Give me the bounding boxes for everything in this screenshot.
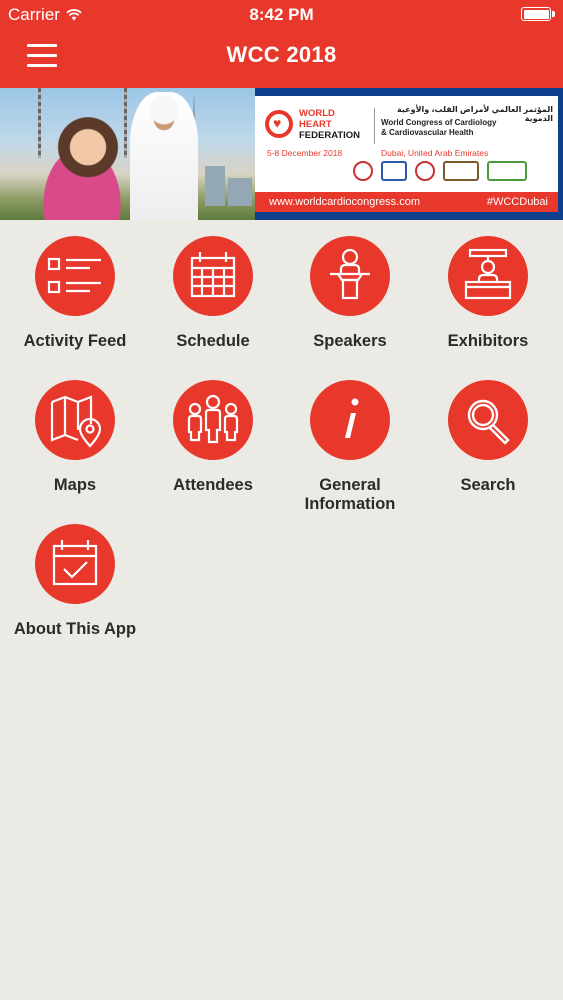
tile-schedule[interactable]: Schedule [144,220,282,360]
list-icon [47,257,101,294]
banner-footer: www.worldcardiocongress.com #WCCDubai [255,192,558,212]
top-bar: Carrier 8:42 PM WCC 2018 [0,0,563,88]
tile-search[interactable]: Search [419,364,557,504]
podium-speaker-icon [330,248,370,300]
website-link[interactable]: www.worldcardiocongress.com [269,196,420,208]
app-title: WCC 2018 [226,42,337,67]
banner-photo [0,88,255,220]
world-heart-federation-logo-icon [265,110,293,138]
tile-activity-feed[interactable]: Activity Feed [6,220,144,360]
tile-label: Maps [53,476,97,494]
sponsor-logos [353,160,553,182]
hashtag: #WCCDubai [486,196,548,208]
tile-label: General Information [304,476,396,513]
magnifier-icon [467,399,510,445]
booth-icon [464,248,512,300]
info-icon [345,398,359,438]
calendar-grid-icon [190,252,236,298]
tile-label: Search [460,476,516,494]
status-time: 8:42 PM [249,5,314,24]
event-banner[interactable]: WORLD HEART FEDERATION المؤتمر العالمي ل… [0,88,563,220]
tile-label: Exhibitors [447,332,529,350]
tile-speakers[interactable]: Speakers [281,220,419,360]
tile-maps[interactable]: Maps [6,364,144,504]
tile-label: About This App [13,620,137,638]
calendar-check-icon [52,540,98,586]
navigation-bar: WCC 2018 [0,28,563,88]
people-icon [187,394,239,444]
federation-name: WORLD HEART FEDERATION [299,108,361,141]
status-bar: Carrier 8:42 PM [0,0,563,28]
map-pin-icon [50,395,102,448]
tile-about-this-app[interactable]: About This App [6,508,144,648]
tile-label: Speakers [313,332,387,350]
tile-label: Schedule [176,332,250,350]
battery-icon [521,7,555,21]
congress-name: World Congress of Cardiology & Cardiovas… [381,118,497,137]
event-location: Dubai, United Arab Emirates [381,148,489,158]
tile-label: Attendees [173,476,253,494]
banner-info-panel: WORLD HEART FEDERATION المؤتمر العالمي ل… [255,88,563,220]
event-dates: 5-8 December 2018 [267,148,343,158]
tile-exhibitors[interactable]: Exhibitors [419,220,557,360]
tile-general-information[interactable]: General Information [281,364,419,513]
tile-attendees[interactable]: Attendees [144,364,282,504]
tile-label: Activity Feed [23,332,127,350]
